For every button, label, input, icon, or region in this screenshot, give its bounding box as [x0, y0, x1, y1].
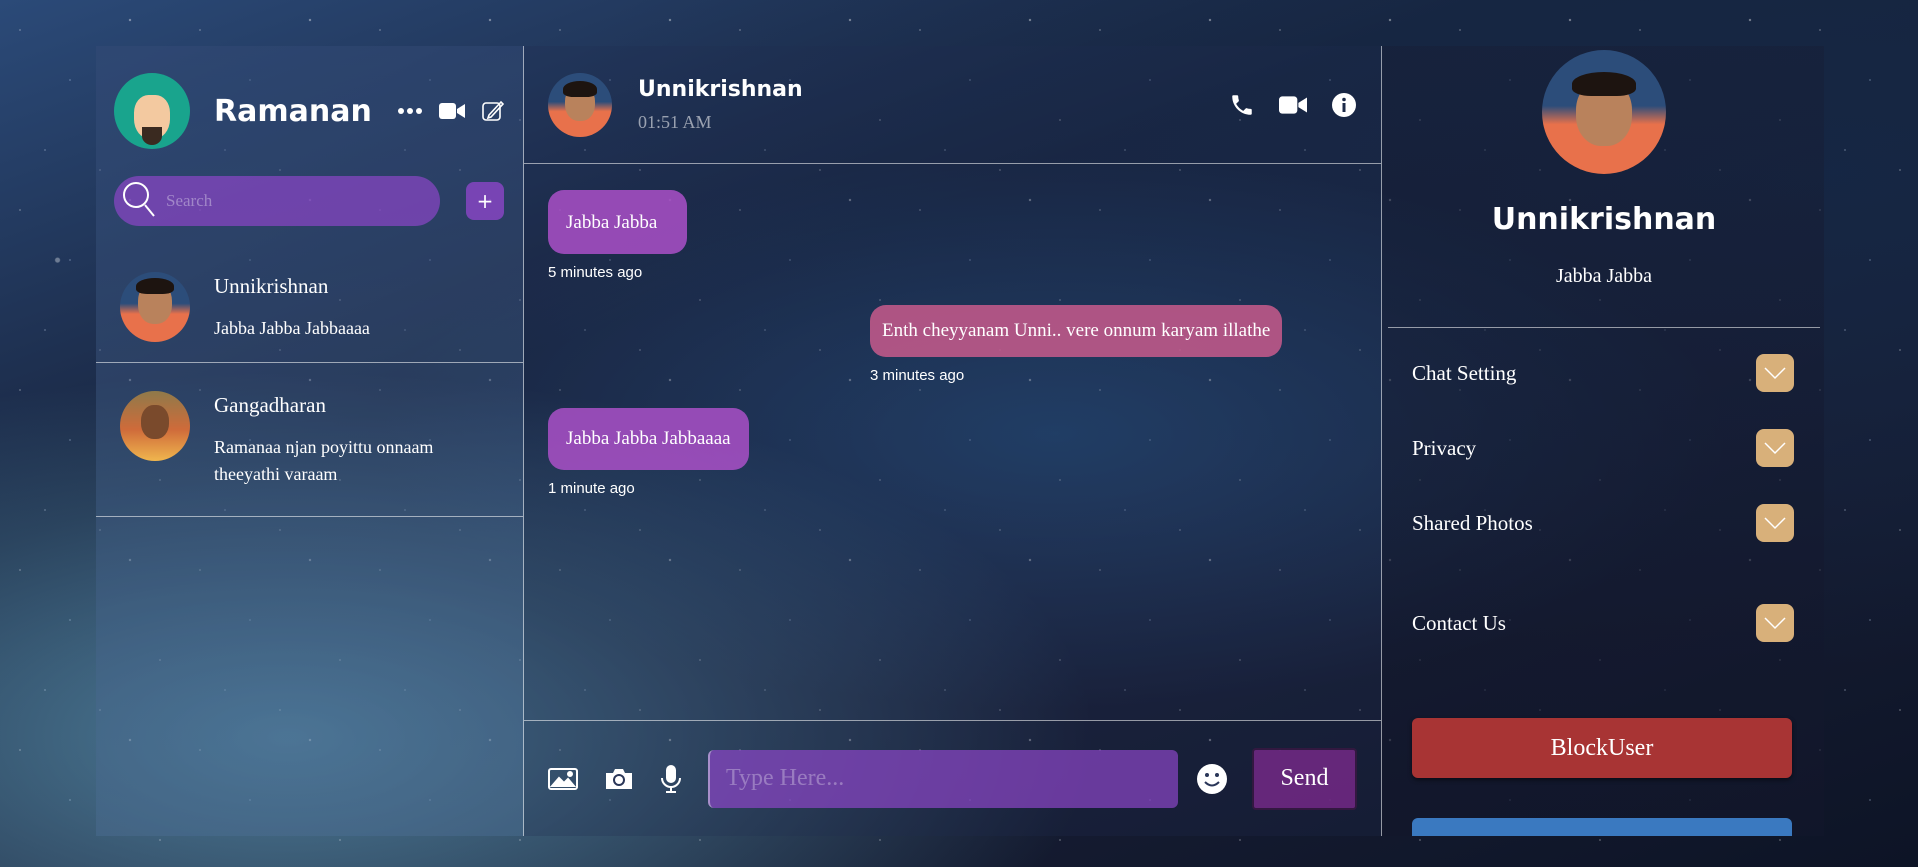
user-avatar[interactable] — [114, 73, 190, 149]
chat-panel: Unnikrishnan 01:51 AM Jabba Jabba 5 minu… — [524, 46, 1382, 836]
message-timestamp: 1 minute ago — [548, 480, 635, 497]
chevron-down-icon[interactable] — [1756, 604, 1794, 642]
section-label: Shared Photos — [1412, 510, 1533, 535]
message-composer: Send — [524, 720, 1381, 836]
message-bubble: Enth cheyyanam Unni.. vere onnum karyam … — [870, 305, 1283, 357]
contact-avatar — [120, 391, 190, 461]
profile-name: Unnikrishnan — [1491, 202, 1717, 237]
message-input[interactable] — [726, 765, 1178, 792]
compose-icon[interactable] — [481, 99, 505, 123]
search-bar — [114, 176, 440, 226]
plus-icon: + — [476, 189, 494, 213]
section-shared-photos[interactable]: Shared Photos — [1382, 504, 1824, 542]
sidebar-header: Ramanan — [96, 46, 523, 158]
user-name: Ramanan — [214, 93, 372, 129]
chat-contact-name: Unnikrishnan — [638, 76, 803, 102]
message-bubble: Jabba Jabba — [548, 190, 688, 254]
chevron-down-icon[interactable] — [1756, 504, 1794, 542]
contact-name: Gangadharan — [214, 393, 326, 417]
section-contact-us[interactable]: Contact Us — [1382, 604, 1824, 642]
video-icon[interactable] — [439, 102, 465, 120]
contact-avatar — [120, 272, 190, 342]
messenger-app: Ramanan + — [96, 46, 1824, 836]
section-privacy[interactable]: Privacy — [1382, 429, 1824, 467]
message-input-box — [708, 749, 1178, 808]
add-conversation-button[interactable]: + — [466, 182, 504, 220]
message-list: Jabba Jabba 5 minutes ago Enth cheyyanam… — [524, 164, 1381, 720]
camera-icon[interactable] — [604, 767, 634, 791]
chevron-down-icon[interactable] — [1756, 429, 1794, 467]
contact-last-message: Ramanaa njan poyittu onnaam theeyathi va… — [214, 437, 434, 484]
section-label: Privacy — [1412, 435, 1477, 460]
phone-icon[interactable] — [1229, 92, 1255, 118]
profile-status: Jabba Jabba — [1555, 265, 1653, 287]
block-user-button[interactable]: BlockUser — [1412, 718, 1792, 778]
info-icon[interactable] — [1331, 92, 1357, 118]
contact-name: Unnikrishnan — [214, 274, 329, 298]
contact-item[interactable]: Gangadharan Ramanaa njan poyittu onnaam … — [96, 363, 523, 517]
search-input[interactable] — [166, 191, 406, 211]
contact-last-message: Jabba Jabba Jabbaaaa — [214, 318, 370, 338]
message-bubble: Jabba Jabba Jabbaaaa — [548, 408, 749, 470]
microphone-icon[interactable] — [660, 764, 682, 794]
section-label: Chat Setting — [1412, 360, 1517, 385]
search-icon[interactable] — [122, 180, 156, 222]
image-icon[interactable] — [548, 767, 578, 791]
chat-header: Unnikrishnan 01:51 AM — [524, 46, 1381, 164]
message-outgoing: Enth cheyyanam Unni.. vere onnum karyam … — [548, 305, 1357, 384]
profile-avatar — [1542, 50, 1666, 174]
message-incoming: Jabba Jabba 5 minutes ago — [548, 190, 1357, 281]
send-button[interactable]: Send — [1251, 747, 1357, 810]
section-chat-setting[interactable]: Chat Setting — [1382, 354, 1824, 392]
message-incoming: Jabba Jabba Jabbaaaa 1 minute ago — [548, 408, 1357, 497]
video-icon[interactable] — [1279, 95, 1307, 115]
conversation-sidebar: Ramanan + — [96, 46, 524, 836]
message-timestamp: 3 minutes ago — [870, 367, 965, 384]
chat-contact-avatar[interactable] — [548, 72, 612, 137]
contact-item[interactable]: Unnikrishnan Jabba Jabba Jabbaaaa — [96, 252, 523, 363]
chat-last-seen-time: 01:51 AM — [638, 111, 712, 132]
more-icon[interactable] — [397, 107, 423, 115]
secondary-action-button[interactable] — [1412, 818, 1792, 836]
section-label: Contact Us — [1412, 610, 1506, 635]
chevron-down-icon[interactable] — [1756, 354, 1794, 392]
contact-profile-panel: Unnikrishnan Jabba Jabba Chat Setting Pr… — [1382, 46, 1824, 836]
message-timestamp: 5 minutes ago — [548, 264, 643, 281]
emoji-icon[interactable] — [1196, 763, 1228, 795]
